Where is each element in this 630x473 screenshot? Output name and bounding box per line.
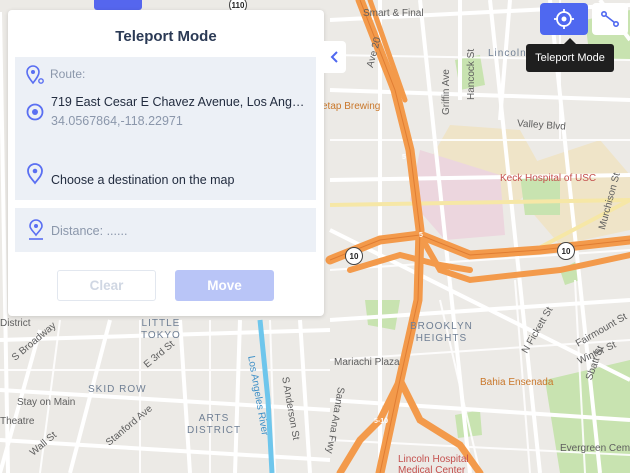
origin-target-icon — [26, 103, 44, 121]
destination-pin-icon — [27, 163, 43, 185]
multi-stop-route-icon — [600, 10, 620, 28]
multi-stop-route-button[interactable] — [592, 3, 628, 35]
map-label-keck-hospital: Keck Hospital of USC — [500, 173, 597, 184]
origin-address: 719 East Cesar E Chavez Avenue, Los Ange… — [51, 95, 309, 109]
chevron-left-icon — [330, 51, 338, 63]
collapse-panel-button[interactable] — [324, 41, 346, 73]
interstate-5-10-shield: 5-10 — [370, 410, 394, 429]
highway-10-shield-east: 10 — [557, 242, 575, 260]
map-label-mariachi-plaza: Mariachi Plaza — [334, 357, 400, 368]
map-label-brewing: etap Brewing — [322, 101, 381, 112]
map-label-griffin-ave: Griffin Ave — [441, 69, 452, 115]
panel-title: Teleport Mode — [115, 28, 217, 45]
map-label-brooklyn-heights: BROOKLYN HEIGHTS — [410, 321, 473, 344]
crosshair-icon — [554, 9, 574, 29]
route-label: Route: — [50, 67, 86, 81]
move-button[interactable]: Move — [175, 270, 274, 301]
teleport-mode-button[interactable] — [540, 3, 588, 35]
route-box: Route: 719 East Cesar E Chavez Avenue, L… — [15, 57, 316, 200]
distance-box: Distance: ...... — [15, 208, 316, 252]
distance-pin-icon — [29, 219, 43, 240]
teleport-panel: Teleport Mode Route: 719 East Cesar E Ch… — [8, 10, 324, 316]
map-label-district: District — [0, 318, 31, 329]
interstate-5-shield: 5 — [396, 146, 414, 165]
map-label-lincoln-hospital: Lincoln Hospital Medical Center — [398, 454, 469, 473]
map-label-skid-row: SKID ROW — [88, 384, 147, 395]
destination-prompt[interactable]: Choose a destination on the map — [51, 173, 234, 187]
map-label-lincoln: Lincoln — [488, 48, 527, 59]
highway-10-shield: 10 — [345, 247, 363, 265]
map-label-hancock-st: Hancock St — [466, 48, 477, 100]
map-label-evergreen-cemetery: Evergreen Cemeter — [560, 443, 630, 454]
map-label-stay-on-main: Stay on Main — [17, 397, 76, 408]
tooltip-teleport-mode: Teleport Mode — [526, 38, 614, 72]
map-label-arts-district: ARTS DISTRICT — [187, 413, 242, 436]
map-label-bahia-ensenada: Bahia Ensenada — [480, 377, 554, 388]
route-pin-icon — [26, 65, 44, 85]
interstate-5-shield-south: 5 — [413, 224, 431, 243]
map-label-smart-final: Smart & Final — [363, 8, 424, 19]
origin-coordinates: 34.0567864,-118.22971 — [51, 114, 183, 128]
map-label-little-tokyo: LITTLE TOKYO — [141, 318, 181, 341]
map-label-theatre: Theatre — [0, 416, 35, 427]
clear-button[interactable]: Clear — [57, 270, 156, 301]
distance-label: Distance: ...... — [51, 224, 128, 238]
top-tab-indicator[interactable] — [94, 0, 142, 10]
